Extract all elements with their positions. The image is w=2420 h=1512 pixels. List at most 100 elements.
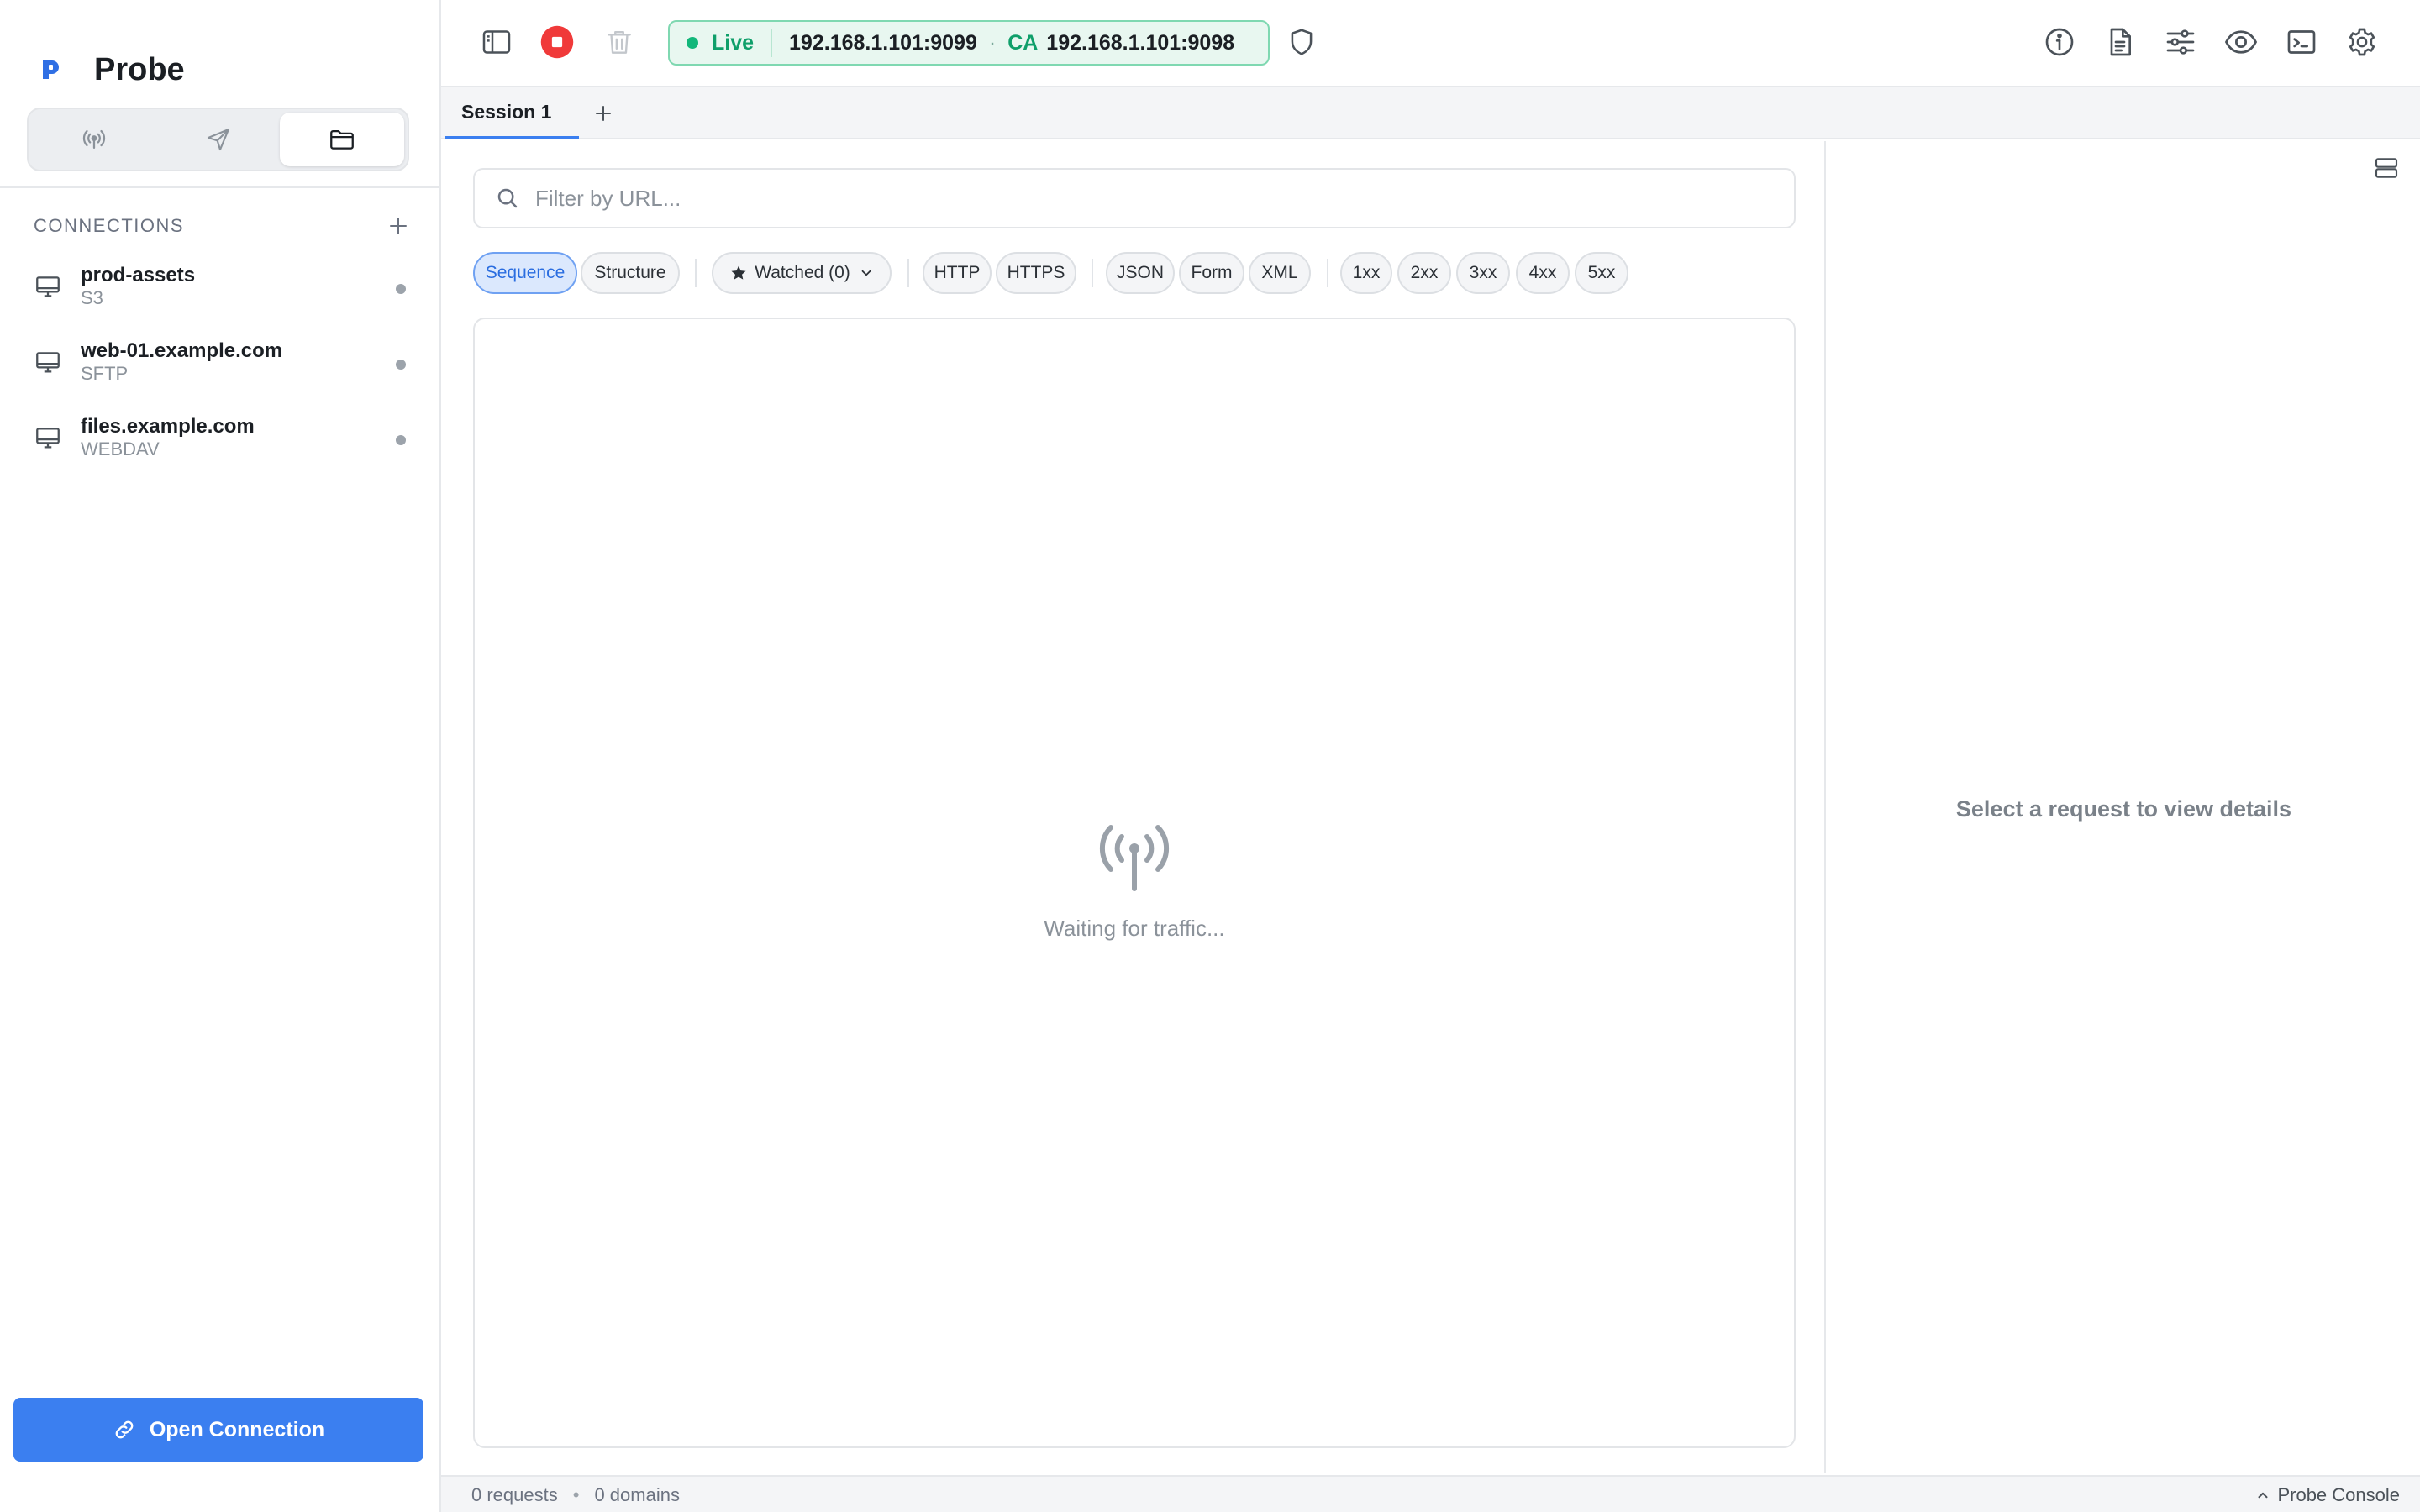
connection-item[interactable]: files.example.com WEBDAV (0, 400, 441, 475)
chip-json[interactable]: JSON (1106, 252, 1175, 294)
chip-4xx[interactable]: 4xx (1516, 252, 1570, 294)
folder-icon (330, 129, 355, 150)
chip-watched-dropdown[interactable]: Watched (0) (712, 252, 892, 294)
chip-divider (908, 259, 909, 287)
connection-protocol: WEBDAV (81, 438, 160, 459)
trash-icon (608, 30, 631, 54)
connection-name: prod-assets (81, 264, 196, 286)
settings-button[interactable] (2342, 22, 2382, 62)
connection-name: web-01.example.com (81, 339, 283, 362)
sidebar-mode-switcher (27, 108, 409, 171)
info-button[interactable] (2039, 22, 2080, 62)
eye-icon (2224, 30, 2258, 54)
waiting-text: Waiting for traffic... (1044, 916, 1225, 941)
connections-header: CONNECTIONS (34, 213, 412, 239)
connection-status-dot (396, 360, 406, 370)
stop-recording-button[interactable] (537, 22, 577, 62)
chip-5xx[interactable]: 5xx (1575, 252, 1628, 294)
chip-http[interactable]: HTTP (923, 252, 992, 294)
monitor-icon (34, 272, 62, 301)
chip-sequence[interactable]: Sequence (473, 252, 577, 294)
filters-settings-button[interactable] (2160, 22, 2201, 62)
terminal-button[interactable] (2281, 22, 2322, 62)
chip-form[interactable]: Form (1179, 252, 1244, 294)
certificate-button[interactable] (1281, 22, 1322, 62)
chip-divider (1092, 259, 1093, 287)
gear-icon (2349, 28, 2375, 56)
probe-logo-icon (34, 53, 67, 87)
toggle-sidebar-button[interactable] (476, 22, 517, 62)
mode-send-button[interactable] (156, 113, 281, 166)
connection-name: files.example.com (81, 415, 255, 438)
connection-status-dot (396, 435, 406, 445)
app-window: Probe CONNECTIONS prod-assets S3 web-01.… (0, 0, 2420, 1512)
traffic-list-pane: Sequence Structure Watched (0) HTTP HTTP… (441, 141, 1824, 1473)
mode-files-button[interactable] (280, 113, 405, 166)
document-button[interactable] (2100, 22, 2140, 62)
url-filter (473, 168, 1796, 228)
connection-status-dot (396, 284, 406, 294)
connection-protocol: S3 (81, 287, 103, 308)
link-icon (115, 1420, 134, 1439)
request-count: 0 requests (471, 1484, 558, 1505)
request-detail-pane: Select a request to view details (1824, 141, 2420, 1473)
probe-console-toggle[interactable]: Probe Console (2255, 1484, 2400, 1506)
waiting-state: Waiting for traffic... (475, 822, 1794, 942)
live-status-dot (687, 37, 698, 49)
split-layout-icon (2375, 158, 2398, 178)
chip-1xx[interactable]: 1xx (1340, 252, 1392, 294)
chip-2xx[interactable]: 2xx (1397, 252, 1451, 294)
chip-structure[interactable]: Structure (581, 252, 680, 294)
connection-list: prod-assets S3 web-01.example.com SFTP f… (0, 249, 441, 475)
info-icon (2045, 28, 2074, 56)
ca-address: 192.168.1.101:9098 (1046, 30, 1235, 55)
traffic-list: Waiting for traffic... (473, 318, 1796, 1448)
broadcast-icon (82, 129, 105, 150)
star-icon (731, 265, 746, 280)
proxy-address: 192.168.1.101:9099 (789, 30, 977, 55)
tab-session-1[interactable]: Session 1 (445, 87, 579, 139)
chip-xml[interactable]: XML (1249, 252, 1311, 294)
app-name: Probe (94, 51, 185, 87)
detail-empty-text: Select a request to view details (1955, 796, 2292, 822)
domain-count: 0 domains (594, 1484, 680, 1505)
chip-3xx[interactable]: 3xx (1456, 252, 1510, 294)
plus-icon (596, 106, 611, 121)
status-separator: • (572, 1484, 580, 1505)
pill-divider (771, 29, 773, 57)
proxy-status-pill[interactable]: Live 192.168.1.101:9099 · CA 192.168.1.1… (668, 20, 1270, 66)
document-icon (2110, 28, 2131, 56)
url-filter-input[interactable] (535, 185, 1754, 212)
watched-label: Watched (0) (755, 263, 850, 282)
sidebar-toggle-icon (482, 30, 511, 54)
layout-toggle-button[interactable] (2371, 153, 2402, 183)
sidebar: Probe CONNECTIONS prod-assets S3 web-01.… (0, 0, 441, 1512)
broadcast-icon (1099, 825, 1170, 891)
session-tabbar: Session 1 (441, 87, 2420, 139)
status-bar: 0 requests • 0 domains Probe Console (441, 1475, 2420, 1512)
search-icon (497, 188, 518, 208)
preview-button[interactable] (2221, 22, 2261, 62)
open-connection-button[interactable]: Open Connection (13, 1398, 424, 1462)
probe-console-label: Probe Console (2277, 1484, 2400, 1505)
chip-https[interactable]: HTTPS (996, 252, 1076, 294)
brand: Probe (34, 50, 185, 89)
connections-title: CONNECTIONS (34, 215, 185, 236)
sidebar-divider (0, 186, 441, 188)
monitor-icon (34, 423, 62, 452)
toolbar: Live 192.168.1.101:9099 · CA 192.168.1.1… (441, 0, 2420, 87)
ca-label: CA (1007, 30, 1039, 55)
open-connection-label: Open Connection (149, 1417, 325, 1441)
mode-broadcast-button[interactable] (32, 113, 156, 166)
add-connection-button[interactable] (385, 213, 412, 239)
clear-traffic-button[interactable] (599, 22, 639, 62)
new-session-button[interactable] (589, 99, 618, 128)
sliders-icon (2166, 29, 2195, 55)
connection-item[interactable]: prod-assets S3 (0, 249, 441, 324)
connection-item[interactable]: web-01.example.com SFTP (0, 324, 441, 400)
shield-icon (1291, 29, 1313, 55)
chip-divider (695, 259, 697, 287)
plus-icon (390, 218, 407, 234)
connection-protocol: SFTP (81, 363, 129, 384)
filter-chips: Sequence Structure Watched (0) HTTP HTTP… (473, 252, 1796, 294)
